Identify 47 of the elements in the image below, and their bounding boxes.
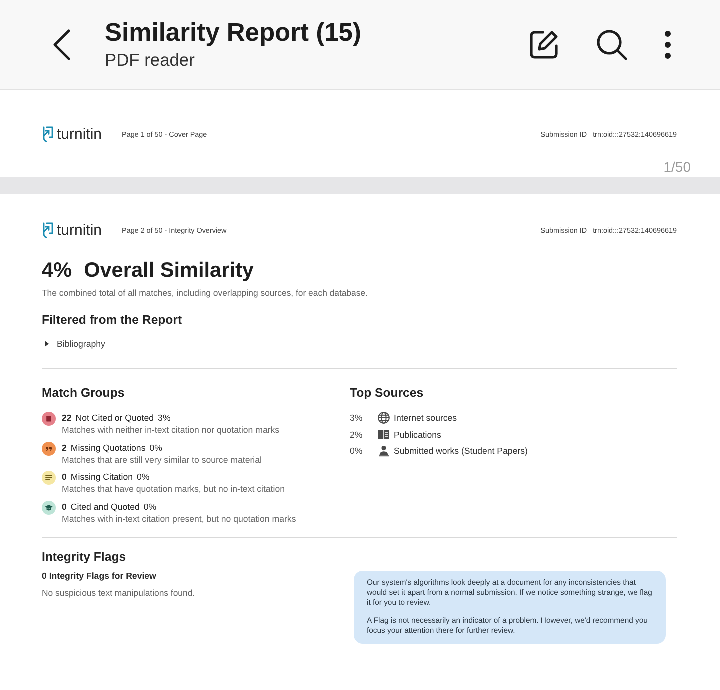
logo-text: turnitin <box>57 222 102 238</box>
match-percent: 0% <box>137 471 150 483</box>
flags-count: 0 Integrity Flags for Review <box>42 570 156 582</box>
bracket-arrow-icon <box>42 222 54 238</box>
pencil-square-icon[interactable] <box>528 28 560 60</box>
app-title: Similarity Report (15) <box>105 18 362 48</box>
source-percent: 3% <box>350 412 364 424</box>
page-counter: 1/50 <box>664 159 691 175</box>
app-subtitle: PDF reader <box>105 50 195 71</box>
match-description: Matches with neither in-text citation nor quotation marks <box>62 424 280 436</box>
match-label: Not Cited or Quoted <box>76 412 154 424</box>
person-icon <box>378 445 390 457</box>
match-description: Matches that are still very similar to source material <box>62 454 262 466</box>
triangle-bullet-icon <box>45 341 49 347</box>
section-title: Top Sources <box>350 386 424 401</box>
match-percent: 3% <box>158 412 171 424</box>
match-percent: 0% <box>144 500 157 512</box>
match-count: 0 <box>62 500 67 512</box>
match-label: Missing Citation <box>70 471 133 483</box>
source-label: Publications <box>394 428 442 440</box>
globe-icon <box>378 412 390 424</box>
match-label: Missing Quotations <box>70 442 146 454</box>
match-description: Matches with in-text citation present, but no quotation marks <box>62 512 296 524</box>
source-percent: 2% <box>350 428 364 440</box>
match-description: Matches that have quotation marks, but no in-text citation <box>62 483 285 495</box>
filtered-item: Bibliography <box>57 338 106 350</box>
flags-message: No suspicious text manipulations found. <box>42 588 196 598</box>
similarity-title: Overall Similarity <box>84 259 254 283</box>
section-title: Match Groups <box>42 386 125 401</box>
match-count: 2 <box>62 442 67 454</box>
similarity-percent: 4% <box>42 259 72 283</box>
match-count: 0 <box>62 471 67 483</box>
section-title: Integrity Flags <box>42 550 126 564</box>
section-title: Filtered from the Report <box>42 313 182 328</box>
match-count: 22 <box>62 412 72 424</box>
newspaper-icon <box>378 428 390 440</box>
source-percent: 0% <box>350 445 364 457</box>
more-icon[interactable] <box>664 30 672 60</box>
chevron-left-icon[interactable] <box>52 28 72 60</box>
search-icon[interactable] <box>596 28 628 60</box>
source-label: Internet sources <box>394 412 458 424</box>
source-label: Submitted works (Student Papers) <box>394 445 528 457</box>
match-percent: 0% <box>150 442 162 454</box>
bracket-arrow-icon <box>42 126 54 142</box>
match-label: Cited and Quoted <box>70 500 140 512</box>
logo-text: turnitin <box>57 126 102 142</box>
similarity-description: The combined total of all matches, including overlapping sources, for each database. <box>42 288 368 299</box>
